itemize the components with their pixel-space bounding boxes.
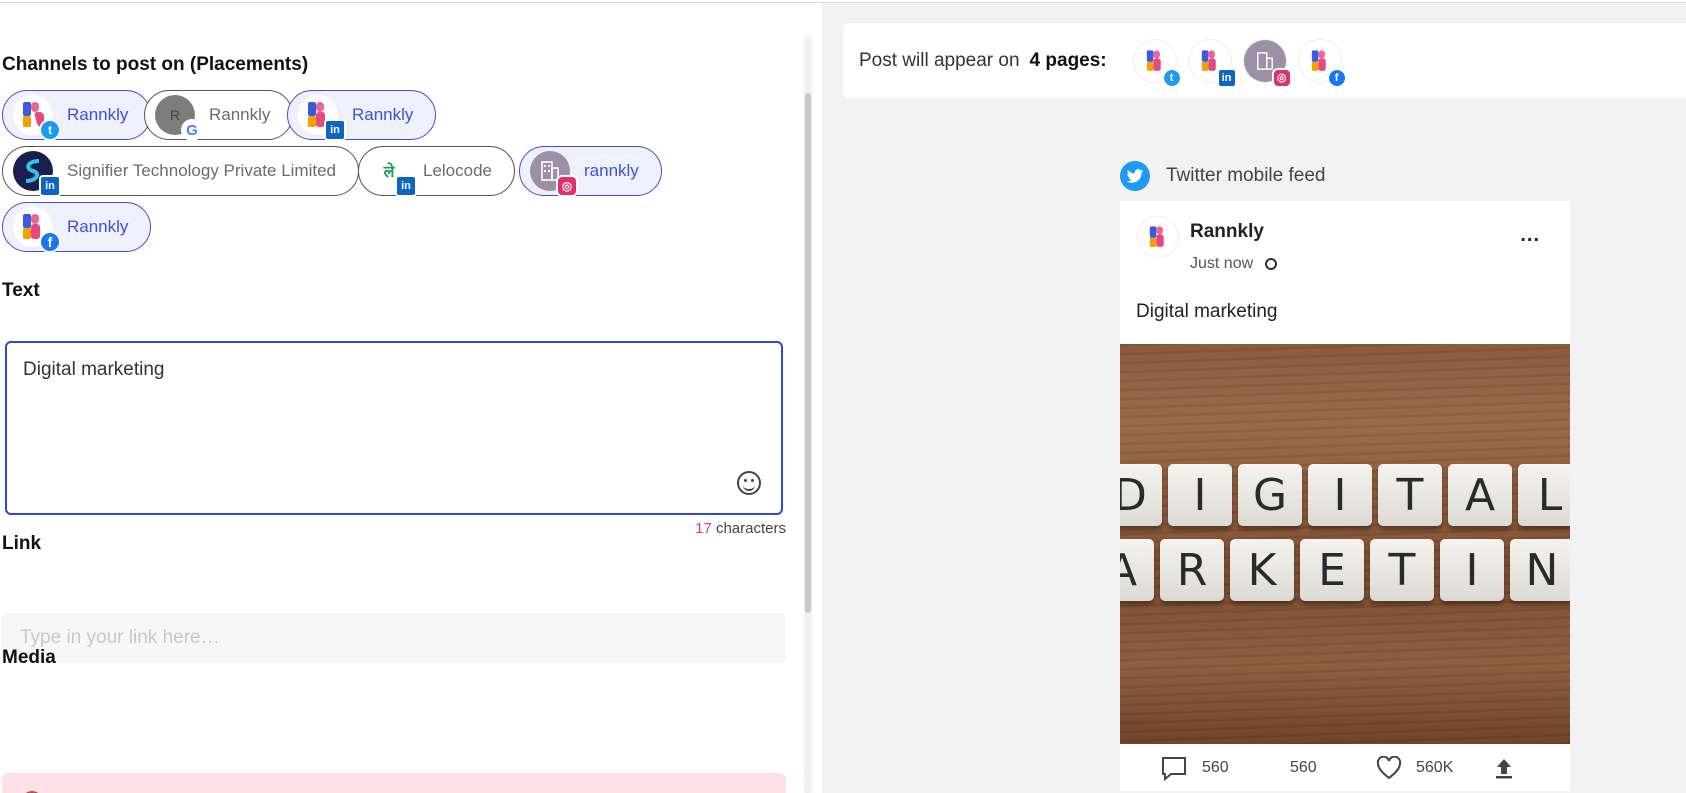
rannkly-avatar: t [13, 95, 61, 141]
twitter-bird-icon [1120, 161, 1150, 191]
signifier-avatar: in [13, 151, 61, 197]
heart-icon [1376, 755, 1402, 779]
preview-panel: Post will appear on 4 pages: t in ◎ f Tw… [822, 3, 1686, 793]
post-body: Digital marketing [1136, 301, 1278, 322]
facebook-icon: f [1326, 67, 1347, 88]
comment-icon [1162, 756, 1186, 781]
text-title: Text [2, 280, 40, 301]
channel-label: Rannkly [209, 105, 271, 124]
link-title: Link [2, 533, 42, 554]
letter-tile: T [1370, 539, 1434, 601]
letter-tile: N [1510, 539, 1570, 601]
post-author: Rannkly [1190, 221, 1264, 242]
channel-chip-rannkly-twitter[interactable]: t Rannkly [2, 90, 152, 141]
more-options-icon[interactable]: ... [1520, 225, 1540, 245]
post-avatar [1138, 217, 1178, 257]
appear-label: Post will appear on [859, 49, 1020, 71]
post-time: Just now [1190, 255, 1254, 272]
post-text-input[interactable]: Digital marketing [5, 341, 783, 515]
share-icon [1496, 758, 1512, 778]
link-input[interactable] [2, 613, 786, 663]
feed-title: Twitter mobile feed [1120, 161, 1325, 191]
google-icon: G [181, 119, 203, 141]
share-action[interactable] [1494, 756, 1514, 780]
page-avatar-instagram: ◎ [1243, 39, 1292, 88]
page-avatar-twitter: t [1133, 39, 1182, 88]
post-meta: Just now [1190, 255, 1278, 273]
letter-tile: E [1300, 539, 1364, 601]
rannkly-avatar: f [13, 207, 61, 253]
media-alert [2, 773, 786, 793]
letter-tile: I [1308, 464, 1372, 526]
letter-tile: G [1238, 464, 1302, 526]
character-count-number: 17 [695, 520, 712, 537]
tile-row-1: D I G I T A L [1120, 464, 1570, 526]
tile-row-2: A R K E T I N [1120, 539, 1570, 601]
letter-tile: T [1378, 464, 1442, 526]
channel-label: rannkly [584, 161, 639, 180]
channel-chip-rannkly-linkedin[interactable]: in Rannkly [287, 90, 437, 141]
media-title: Media [2, 647, 56, 668]
tweet-preview: Rannkly Just now ... Digital marketing D… [1120, 201, 1570, 791]
page-avatar-facebook: f [1298, 39, 1347, 88]
letter-tile: K [1230, 539, 1294, 601]
rannkly-avatar: in [298, 95, 346, 141]
facebook-icon: f [39, 231, 61, 253]
like-action[interactable]: 560K [1376, 755, 1454, 780]
letter-tile: A [1120, 539, 1154, 601]
channel-label: Rannkly [67, 105, 129, 124]
linkedin-icon: in [395, 175, 417, 197]
emoji-icon[interactable] [737, 471, 761, 495]
channel-label: Lelocode [423, 161, 493, 180]
linkedin-icon: in [1216, 67, 1237, 88]
channel-chip-rannkly-facebook[interactable]: f Rannkly [2, 202, 152, 253]
channel-label: Rannkly [352, 105, 414, 124]
letter-tile: R [1160, 539, 1224, 601]
tweet-actions: 560 560 560K [1120, 744, 1570, 791]
reply-action[interactable]: 560 [1160, 755, 1229, 781]
linkedin-icon: in [324, 119, 346, 141]
post-text-value: Digital marketing [23, 359, 165, 380]
channel-label: Rannkly [67, 217, 129, 236]
letter-tile: I [1440, 539, 1504, 601]
channels-title: Channels to post on (Placements) [2, 54, 309, 75]
feed-title-label: Twitter mobile feed [1166, 165, 1326, 186]
like-count: 560K [1416, 758, 1454, 776]
retweet-action[interactable]: 560 [1290, 759, 1317, 777]
letter-tile: A [1448, 464, 1512, 526]
post-image: D I G I T A L A R K E T I N [1120, 344, 1570, 744]
post-editor-panel: Channels to post on (Placements) t Rannk… [0, 3, 822, 793]
twitter-icon: t [39, 119, 61, 141]
character-count: 17 characters [695, 520, 786, 537]
channel-chip-signifier-linkedin[interactable]: in Signifier Technology Private Limited [2, 146, 359, 197]
linkedin-icon: in [39, 175, 61, 197]
letter-tile: I [1168, 464, 1232, 526]
twitter-icon: t [1161, 67, 1182, 88]
placement-summary: Post will appear on 4 pages: t in ◎ f [843, 23, 1686, 98]
channel-chip-rannkly-instagram[interactable]: ◎ rannkly [519, 146, 662, 197]
lelocode-avatar: ले in [369, 151, 417, 197]
page-avatar-linkedin: in [1188, 39, 1237, 88]
channel-chip-lelocode-linkedin[interactable]: ले in Lelocode [358, 146, 516, 197]
scrollbar-thumb[interactable] [805, 93, 811, 613]
instagram-icon: ◎ [556, 175, 578, 197]
letter-tile: L [1518, 464, 1570, 526]
reply-count: 560 [1202, 758, 1229, 776]
channel-label: Signifier Technology Private Limited [67, 161, 336, 180]
instagram-icon: ◎ [1271, 67, 1292, 88]
character-count-suffix: characters [711, 520, 786, 537]
appear-count: 4 pages: [1029, 49, 1107, 71]
retweet-count: 560 [1290, 758, 1317, 776]
channel-chip-rannkly-google[interactable]: R G Rannkly [144, 90, 294, 141]
globe-icon [1265, 258, 1278, 270]
link-field[interactable] [2, 613, 786, 663]
letter-avatar: R G [155, 95, 203, 141]
building-avatar: ◎ [530, 151, 578, 197]
letter-tile: D [1120, 464, 1162, 526]
